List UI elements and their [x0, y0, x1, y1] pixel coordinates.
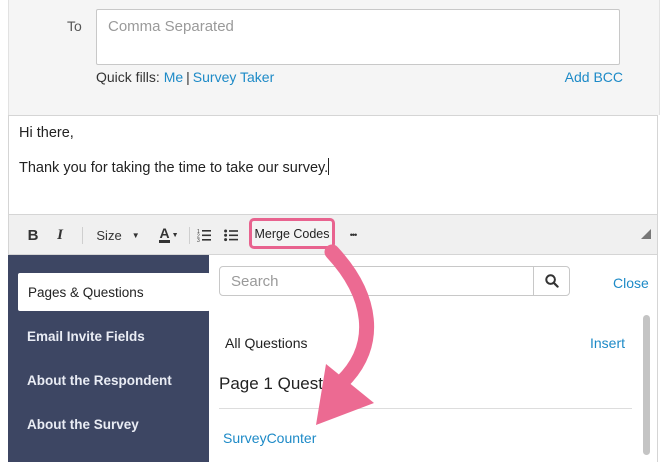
editor-toolbar: B I Size ▼ A ▼ 1 2 3 Merge Codes •••	[8, 215, 658, 255]
bulleted-list-icon	[224, 229, 238, 242]
toolbar-divider	[82, 227, 83, 244]
merge-codes-sidebar: Pages & Questions Email Invite Fields Ab…	[8, 255, 210, 462]
merge-codes-button[interactable]: Merge Codes	[249, 218, 335, 249]
search-icon	[544, 274, 559, 288]
search-button[interactable]	[533, 267, 569, 295]
text-caret	[328, 158, 330, 175]
toolbar-divider	[189, 227, 190, 244]
to-field[interactable]	[96, 9, 620, 65]
size-dropdown[interactable]: Size ▼	[93, 215, 143, 255]
merge-codes-panel: Close All Questions Insert Page 1 Quest …	[209, 255, 658, 462]
divider	[219, 408, 632, 409]
numbered-list-button[interactable]: 1 2 3	[196, 215, 212, 255]
font-color-button[interactable]: A ▼	[155, 215, 183, 255]
quick-fill-survey-taker-link[interactable]: Survey Taker	[193, 69, 274, 85]
recipients-panel: To Quick fills: Me|Survey Taker Add BCC	[8, 0, 660, 115]
chevron-down-icon: ▼	[171, 231, 179, 239]
close-link[interactable]: Close	[613, 275, 649, 291]
chevron-down-icon: ▼	[131, 230, 140, 240]
sidebar-item-pages-questions[interactable]: Pages & Questions	[18, 273, 210, 311]
editor-line-body: Thank you for taking the time to take ou…	[19, 158, 330, 176]
bold-icon: B	[27, 226, 39, 244]
scrollbar[interactable]	[643, 315, 650, 455]
quick-fill-me-link[interactable]: Me	[164, 69, 183, 85]
merge-code-item[interactable]: SurveyCounter	[223, 430, 316, 446]
sidebar-item-about-respondent[interactable]: About the Respondent	[8, 361, 209, 399]
font-color-icon: A	[159, 225, 170, 243]
numbered-list-icon: 1 2 3	[197, 229, 211, 242]
search-input[interactable]	[220, 267, 535, 295]
message-editor[interactable]: Hi there, Thank you for taking the time …	[8, 115, 658, 215]
italic-button[interactable]: I	[52, 215, 68, 255]
quick-fills-separator: |	[186, 69, 190, 85]
bulleted-list-button[interactable]	[223, 215, 239, 255]
sidebar-item-about-survey[interactable]: About the Survey	[8, 405, 209, 443]
quick-fills-label: Quick fills:	[96, 69, 160, 85]
all-questions-label: All Questions	[225, 335, 308, 351]
italic-icon: I	[57, 226, 63, 243]
resize-corner-icon[interactable]	[641, 229, 651, 239]
more-icon: •••	[349, 230, 358, 240]
bold-button[interactable]: B	[24, 215, 42, 255]
add-bcc-link[interactable]: Add BCC	[565, 69, 623, 85]
sidebar-item-email-invite-fields[interactable]: Email Invite Fields	[8, 317, 209, 355]
editor-line-body-text: Thank you for taking the time to take ou…	[19, 160, 329, 176]
quick-fills: Quick fills: Me | Survey Taker	[96, 69, 274, 85]
editor-line-greeting: Hi there,	[19, 125, 74, 141]
insert-all-link[interactable]: Insert	[590, 335, 625, 351]
size-label: Size	[96, 227, 122, 243]
search-box	[219, 266, 570, 296]
more-button[interactable]: •••	[343, 215, 363, 255]
svg-text:3: 3	[197, 238, 200, 242]
to-label: To	[67, 18, 82, 34]
page-heading: Page 1 Quest	[219, 374, 323, 393]
